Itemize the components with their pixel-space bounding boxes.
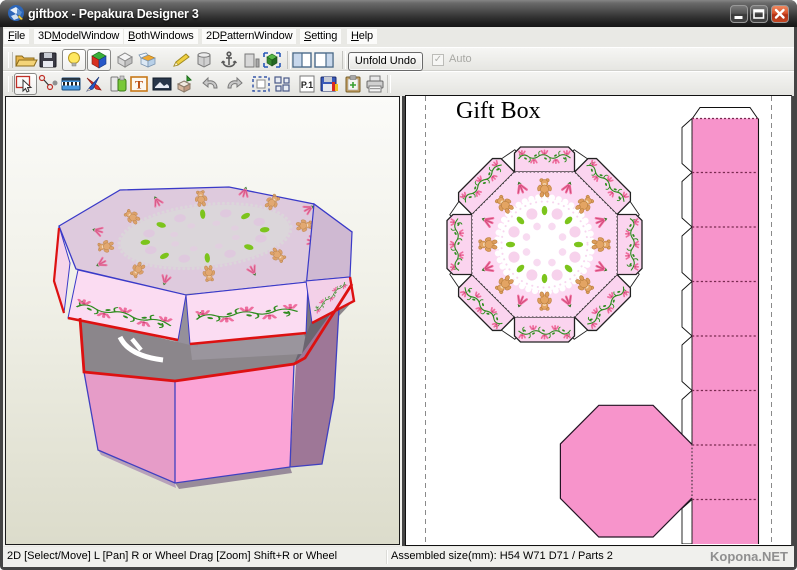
svg-text:P.1: P.1 [301,80,313,90]
svg-text:Gift Box: Gift Box [456,98,541,124]
svg-text:T: T [135,78,143,92]
